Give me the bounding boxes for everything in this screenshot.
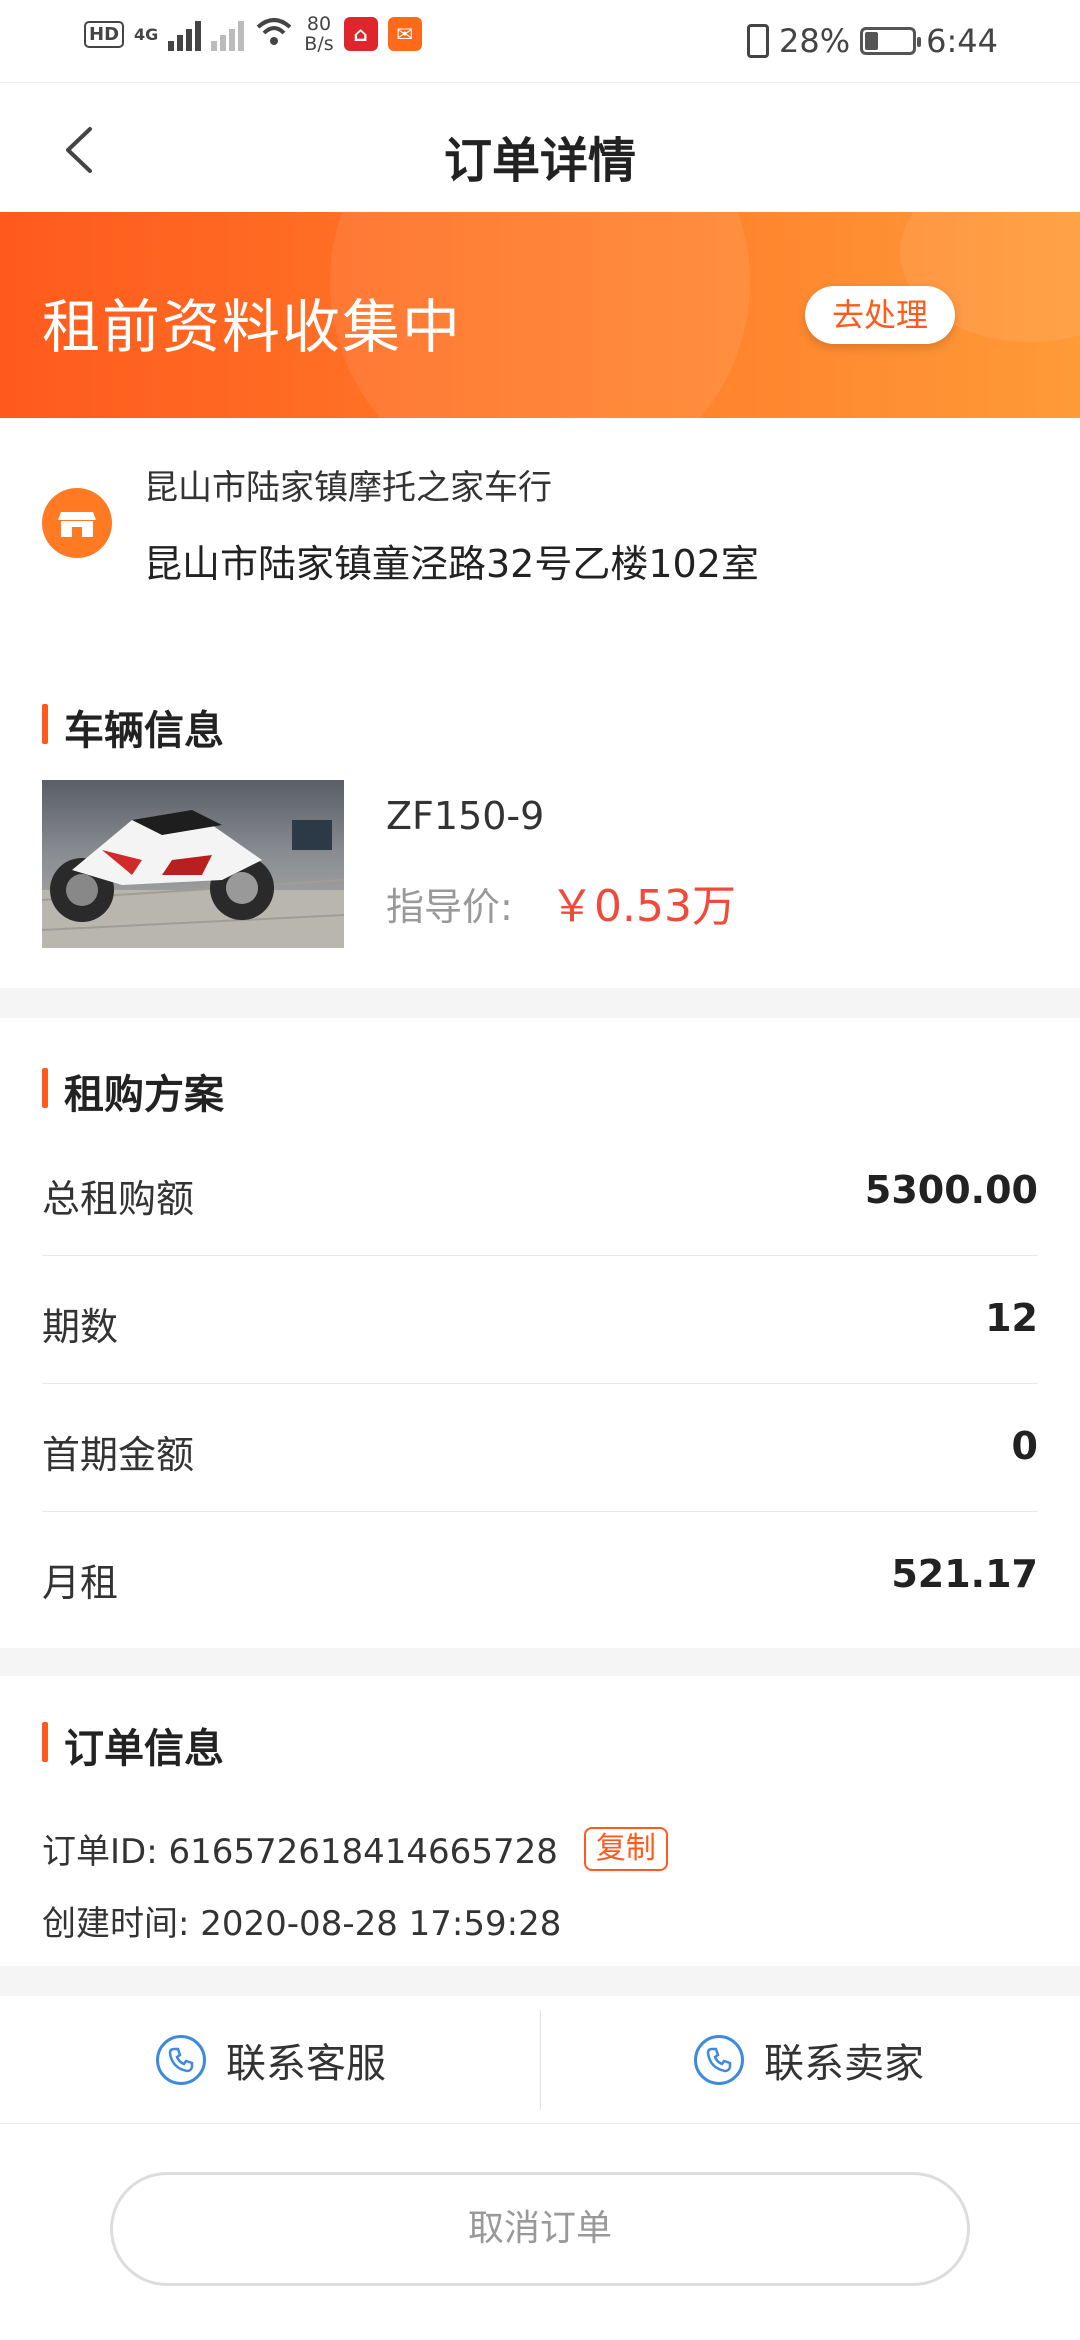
process-button[interactable]: 去处理: [805, 286, 955, 344]
battery-icon: [860, 27, 922, 55]
plan-label: 首期金额: [42, 1433, 195, 1477]
section-title: 租购方案: [42, 1062, 224, 1120]
status-right: 28% 6:44: [747, 22, 998, 60]
store-card: 昆山市陆家镇摩托之家车行 昆山市陆家镇童泾路32号乙楼102室: [0, 418, 1080, 654]
nav-bar: 订单详情: [0, 82, 1080, 212]
vibrate-icon: [747, 24, 770, 58]
plan-row-down-payment: 首期金额 0: [42, 1384, 1038, 1512]
contact-seller-label: 联系卖家: [764, 2041, 924, 2087]
bottom-actions: 取消订单: [0, 2124, 1080, 2340]
plan-label: 期数: [42, 1305, 119, 1349]
clock: 6:44: [926, 22, 998, 60]
contact-seller-button[interactable]: 联系卖家: [694, 1996, 924, 2124]
plan-label: 月租: [42, 1561, 119, 1605]
contact-service-button[interactable]: 联系客服: [156, 1996, 386, 2124]
status-bar: HD 4G 80 B/s ⌂ ✉ 28% 6:44: [0, 0, 1080, 82]
network-type-label: 4G: [134, 24, 159, 44]
store-name: 昆山市陆家镇摩托之家车行: [144, 468, 552, 508]
plan-value: 0: [1011, 1424, 1038, 1468]
signal-icon: [168, 17, 202, 51]
copy-button[interactable]: 复制: [583, 1826, 668, 1871]
store-address: 昆山市陆家镇童泾路32号乙楼102室: [144, 542, 759, 586]
page-title: 订单详情: [443, 133, 636, 189]
plan-label: 总租购额: [42, 1177, 195, 1221]
phone-icon: [156, 2035, 206, 2085]
plan-value: 12: [985, 1296, 1038, 1340]
plan-value: 521.17: [891, 1552, 1038, 1596]
plan-row-periods: 期数 12: [42, 1256, 1038, 1384]
phone-icon: [694, 2035, 744, 2085]
section-title: 车辆信息: [42, 698, 224, 756]
cancel-order-button[interactable]: 取消订单: [110, 2172, 970, 2286]
status-banner: 租前资料收集中 去处理: [0, 212, 1080, 418]
order-id-row: 订单ID: 616572618414665728 复制: [42, 1824, 668, 1873]
app-notification-icon: ✉: [387, 17, 422, 51]
order-id: 订单ID: 616572618414665728: [42, 1832, 558, 1872]
vehicle-image[interactable]: [42, 780, 344, 948]
order-status-text: 租前资料收集中: [42, 293, 463, 361]
vehicle-model: ZF150-9: [386, 794, 545, 838]
guide-price: ￥0.53万: [550, 881, 736, 932]
net-speed-value: 80: [306, 13, 332, 35]
wifi-icon: [254, 15, 294, 53]
plan-row-total: 总租购额 5300.00: [42, 1128, 1038, 1256]
price-label: 指导价:: [386, 885, 513, 929]
section-title: 订单信息: [42, 1716, 224, 1774]
battery-level: [865, 32, 879, 50]
plan-row-monthly: 月租 521.17: [42, 1512, 1038, 1640]
plan-value: 5300.00: [864, 1168, 1038, 1212]
order-info-section: 订单信息 订单ID: 616572618414665728 复制 创建时间: 2…: [0, 1676, 1080, 1966]
signal-empty-icon: [211, 17, 245, 51]
net-speed: 80 B/s: [304, 14, 333, 54]
net-speed-unit: B/s: [304, 33, 334, 55]
plan-section: 租购方案 总租购额 5300.00 期数 12 首期金额 0 月租 521.17: [0, 1018, 1080, 1648]
vehicle-section: 车辆信息 ZF150-9 指导价: ￥0.53万: [0, 654, 1080, 988]
contact-service-label: 联系客服: [226, 2041, 386, 2087]
app-notification-icon: ⌂: [343, 17, 378, 51]
store-icon: [42, 488, 112, 558]
status-left: HD 4G 80 B/s ⌂ ✉: [84, 14, 422, 54]
battery-percent: 28%: [779, 22, 851, 60]
contact-bar: 联系客服 联系卖家: [0, 1996, 1080, 2124]
created-time: 创建时间: 2020-08-28 17:59:28: [42, 1904, 562, 1944]
hd-icon: HD: [84, 20, 125, 48]
divider: [540, 2010, 541, 2110]
